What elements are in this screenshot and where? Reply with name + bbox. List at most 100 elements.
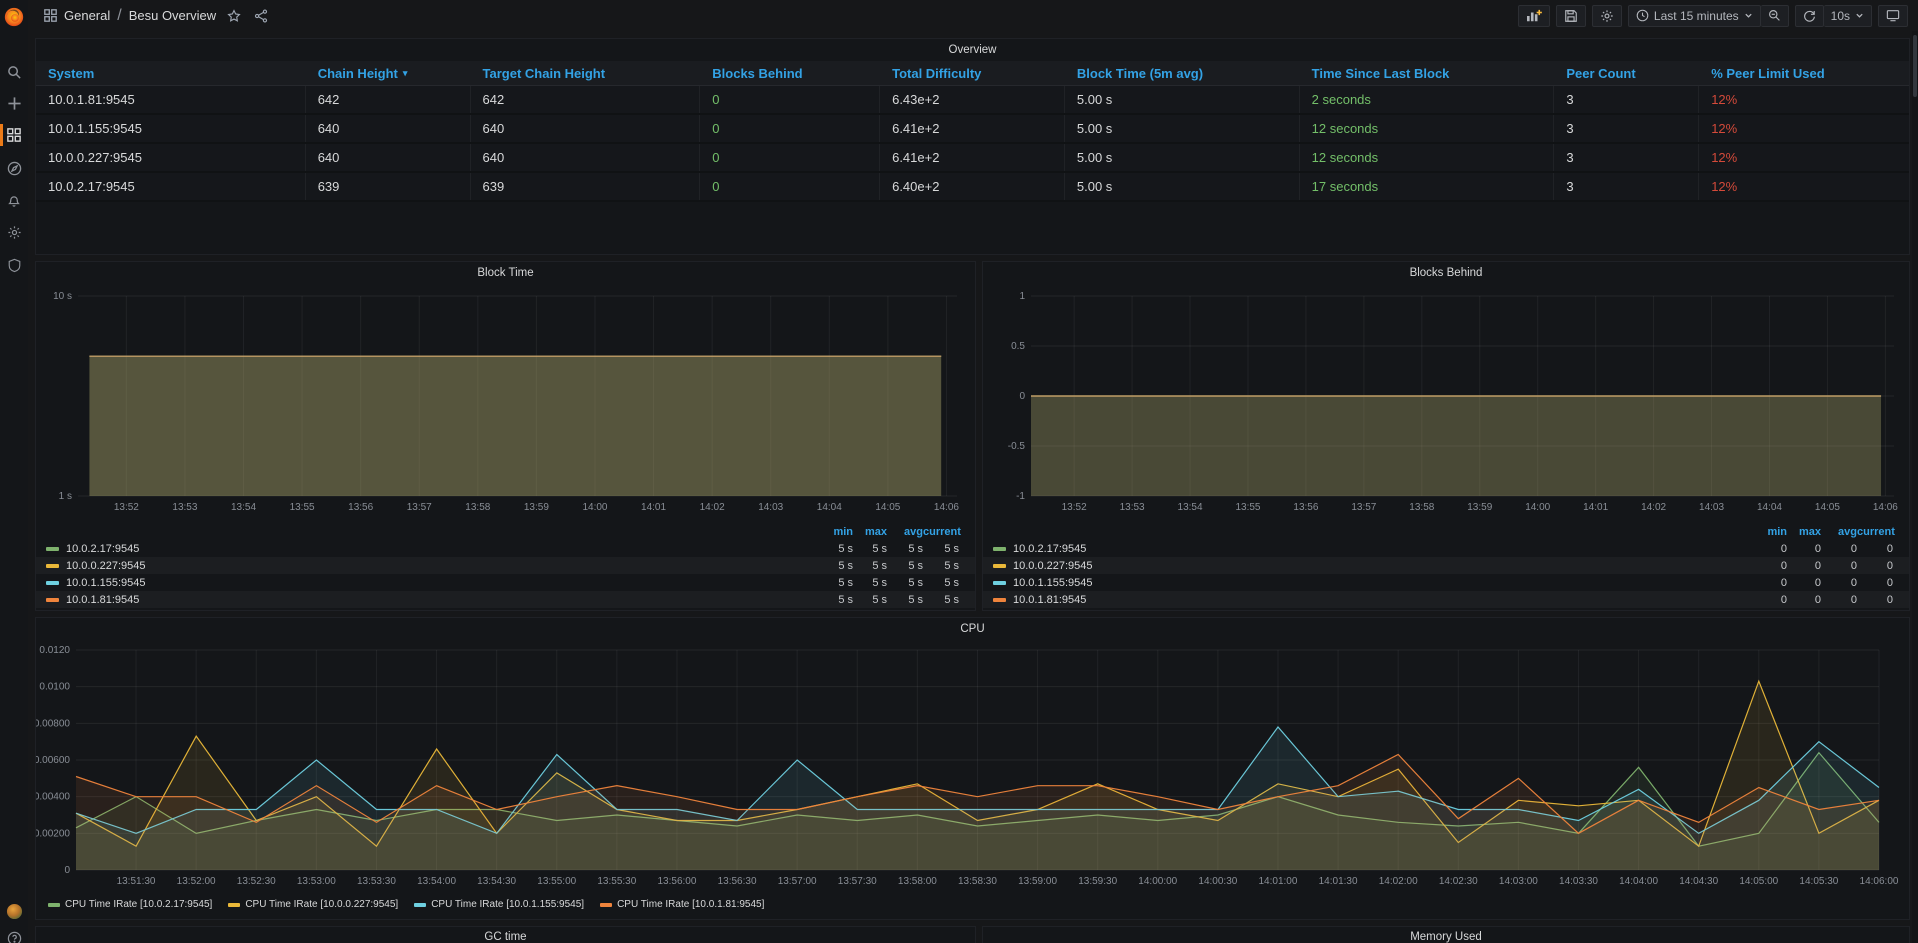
column-header-blocks-behind[interactable]: Blocks Behind <box>700 61 880 85</box>
x-axis-tick: 14:02:00 <box>1379 876 1418 887</box>
block-time-panel-title[interactable]: Block Time <box>36 262 975 284</box>
legend-item[interactable]: CPU Time IRate [10.0.0.227:9545] <box>228 899 398 910</box>
overview-panel-title[interactable]: Overview <box>36 39 1909 61</box>
memory-used-panel: Memory Used <box>982 926 1910 943</box>
dashboard-settings-button[interactable] <box>1592 5 1622 27</box>
legend-stat-header-current[interactable]: current <box>923 526 975 540</box>
avatar[interactable] <box>0 898 28 924</box>
legend-item[interactable]: CPU Time IRate [10.0.1.81:9545] <box>600 899 764 910</box>
y-axis-tick: -1 <box>1016 491 1025 502</box>
x-axis-tick: 13:57:00 <box>778 876 817 887</box>
legend-item[interactable]: 10.0.1.81:95450000 <box>983 591 1909 608</box>
refresh-interval-picker[interactable]: 10s <box>1824 5 1872 27</box>
x-axis-tick: 14:03:30 <box>1559 876 1598 887</box>
shield-icon[interactable] <box>0 252 28 278</box>
x-axis-tick: 13:52:00 <box>177 876 216 887</box>
search-icon[interactable] <box>0 59 28 85</box>
column-header--peer-limit-used[interactable]: % Peer Limit Used <box>1699 61 1909 85</box>
column-header-time-since-last-block[interactable]: Time Since Last Block <box>1300 61 1555 85</box>
table-cell: 6.43e+2 <box>880 86 1065 113</box>
legend-stat-header-avg[interactable]: avg <box>1821 526 1857 540</box>
compass-icon[interactable] <box>0 155 28 181</box>
dashboards-icon[interactable] <box>0 122 28 148</box>
legend-item[interactable]: 10.0.1.81:95455 s5 s5 s5 s <box>36 591 975 608</box>
legend-item[interactable]: 10.0.0.227:95455 s5 s5 s5 s <box>36 557 975 574</box>
block-time-chart[interactable]: 10 s1 s13:5213:5313:5413:5513:5613:5713:… <box>36 284 975 524</box>
table-cell: 5.00 s <box>1065 173 1300 200</box>
x-axis-tick: 13:53 <box>172 502 197 513</box>
x-axis-tick: 13:52:30 <box>237 876 276 887</box>
table-cell: 6.40e+2 <box>880 173 1065 200</box>
help-icon[interactable] <box>0 925 28 943</box>
legend-item[interactable]: 10.0.1.155:95455 s5 s5 s5 s <box>36 574 975 591</box>
x-axis-tick: 13:58 <box>465 502 490 513</box>
column-header-target-chain-height[interactable]: Target Chain Height <box>471 61 701 85</box>
memory-used-panel-title[interactable]: Memory Used <box>983 927 1909 943</box>
gear-icon[interactable] <box>0 219 28 245</box>
column-header-system[interactable]: System <box>36 61 306 85</box>
legend-stat-header-min[interactable]: min <box>1747 526 1787 540</box>
cpu-plot[interactable]: 0.01200.01000.008000.006000.004000.00200… <box>36 640 1909 898</box>
column-header-chain-height[interactable]: Chain Height▾ <box>306 61 471 85</box>
y-axis-tick: 10 s <box>53 291 72 302</box>
add-panel-button[interactable] <box>1518 5 1550 27</box>
legend-stat-value: 5 s <box>853 560 887 572</box>
x-axis-tick: 13:55 <box>290 502 315 513</box>
gc-time-panel-title[interactable]: GC time <box>36 927 975 943</box>
table-cell: 10.0.1.81:9545 <box>36 86 306 113</box>
time-range-picker[interactable]: Last 15 minutes <box>1628 5 1761 27</box>
legend-stat-header-max[interactable]: max <box>1787 526 1821 540</box>
cpu-chart[interactable]: 0.01200.01000.008000.006000.004000.00200… <box>36 640 1909 898</box>
column-header-block-time-5m-avg-[interactable]: Block Time (5m avg) <box>1065 61 1300 85</box>
legend-stat-value: 0 <box>1787 560 1821 572</box>
blocks-behind-plot[interactable]: 10.50-0.5-113:5213:5313:5413:5513:5613:5… <box>983 284 1909 524</box>
breadcrumb-separator: / <box>117 7 121 25</box>
refresh-button[interactable] <box>1795 5 1824 27</box>
zoom-out-icon <box>1768 9 1781 22</box>
block-time-legend: minmaxavgcurrent10.0.2.17:95455 s5 s5 s5… <box>36 526 975 608</box>
legend-stat-header-min[interactable]: min <box>813 526 853 540</box>
legend-item[interactable]: CPU Time IRate [10.0.2.17:9545] <box>48 899 212 910</box>
star-icon[interactable] <box>227 9 241 23</box>
chevron-down-icon <box>1855 11 1864 20</box>
legend-item[interactable]: 10.0.1.155:95450000 <box>983 574 1909 591</box>
x-axis-tick: 14:06 <box>934 502 959 513</box>
legend-stat-header-avg[interactable]: avg <box>887 526 923 540</box>
cycle-view-mode-button[interactable] <box>1878 5 1908 27</box>
bell-icon[interactable] <box>0 187 28 213</box>
y-axis-tick: -0.5 <box>1008 441 1026 452</box>
legend-item[interactable]: 10.0.0.227:95450000 <box>983 557 1909 574</box>
scrollbar-thumb[interactable] <box>1913 35 1917 97</box>
plus-icon[interactable] <box>0 90 28 116</box>
legend-stat-value: 0 <box>1747 594 1787 606</box>
legend-stat-header-current[interactable]: current <box>1857 526 1909 540</box>
block-time-plot[interactable]: 10 s1 s13:5213:5313:5413:5513:5613:5713:… <box>36 284 975 524</box>
save-dashboard-button[interactable] <box>1556 5 1586 27</box>
zoom-out-button[interactable] <box>1761 5 1789 27</box>
legend-item[interactable]: CPU Time IRate [10.0.1.155:9545] <box>414 899 584 910</box>
x-axis-tick: 13:53:00 <box>297 876 336 887</box>
cpu-panel-title[interactable]: CPU <box>36 618 1909 640</box>
legend-item[interactable]: 10.0.2.17:95455 s5 s5 s5 s <box>36 540 975 557</box>
grafana-logo[interactable] <box>0 4 28 30</box>
blocks-behind-chart[interactable]: 10.50-0.5-113:5213:5313:5413:5513:5613:5… <box>983 284 1909 524</box>
legend-item[interactable]: 10.0.2.17:95450000 <box>983 540 1909 557</box>
vertical-scrollbar[interactable] <box>1912 31 1918 943</box>
refresh-interval-label: 10s <box>1831 9 1850 23</box>
share-icon[interactable] <box>254 9 268 23</box>
x-axis-tick: 13:55:00 <box>537 876 576 887</box>
column-header-peer-count[interactable]: Peer Count <box>1554 61 1699 85</box>
legend-stat-header-max[interactable]: max <box>853 526 887 540</box>
breadcrumb-section[interactable]: General <box>64 8 110 23</box>
x-axis-tick: 14:00 <box>582 502 607 513</box>
breadcrumb-page[interactable]: Besu Overview <box>129 8 216 23</box>
block-time-panel: Block Time 10 s1 s13:5213:5313:5413:5513… <box>35 261 976 611</box>
column-header-total-difficulty[interactable]: Total Difficulty <box>880 61 1065 85</box>
y-axis-tick: 1 s <box>59 491 72 502</box>
table-cell: 12 seconds <box>1300 144 1555 171</box>
x-axis-tick: 14:01:30 <box>1319 876 1358 887</box>
x-axis-tick: 14:05 <box>875 502 900 513</box>
blocks-behind-panel-title[interactable]: Blocks Behind <box>983 262 1909 284</box>
y-axis-tick: 0.0120 <box>39 645 70 656</box>
x-axis-tick: 14:04:30 <box>1679 876 1718 887</box>
